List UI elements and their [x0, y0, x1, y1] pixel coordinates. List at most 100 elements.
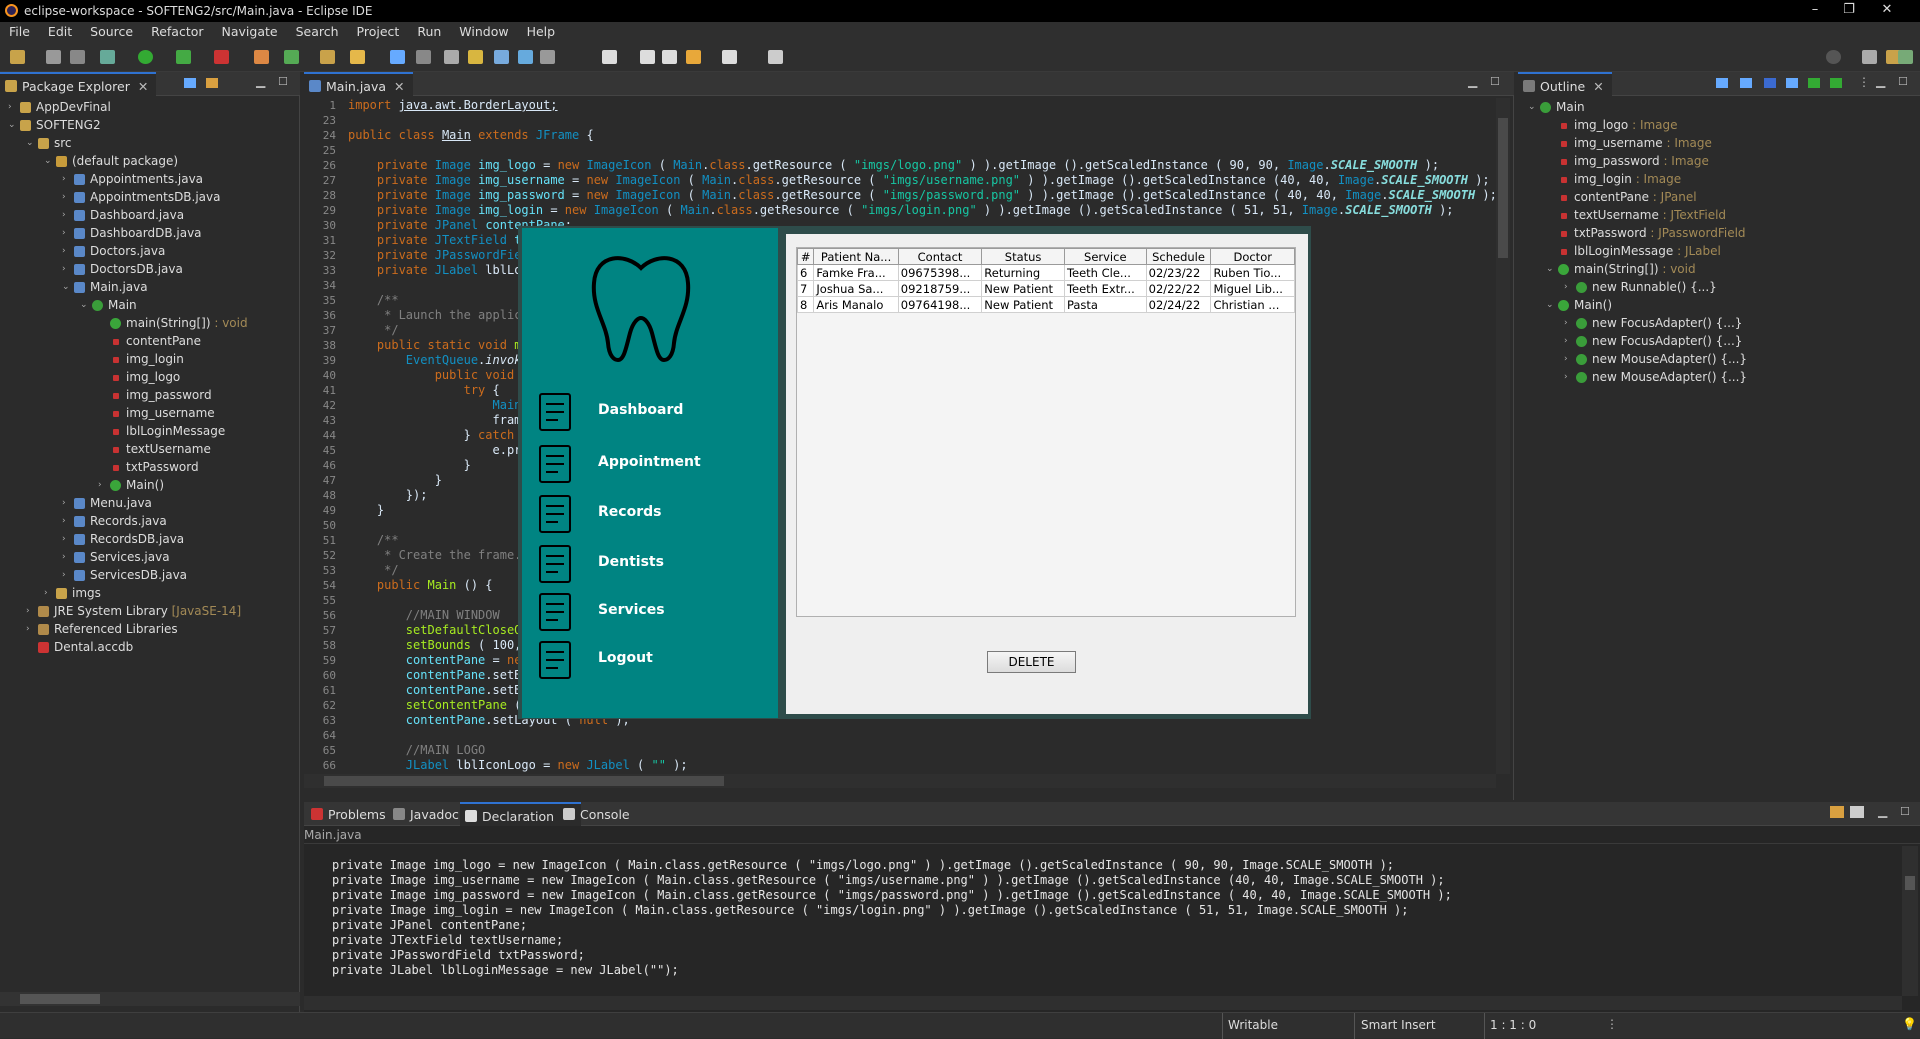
collapse-arrow-icon[interactable]: › — [62, 206, 72, 224]
table-cell[interactable]: Ruben Tio... — [1210, 264, 1295, 281]
nav-records[interactable]: Records — [532, 490, 772, 536]
pkg-item[interactable]: main(String[]) : void — [0, 314, 300, 332]
back-icon[interactable] — [640, 50, 655, 64]
maximize-view-icon[interactable]: ☐ — [1490, 75, 1500, 88]
outline-item[interactable]: textUsername : JTextField — [1518, 206, 1818, 224]
external-tools-icon[interactable] — [214, 50, 229, 64]
menu-run[interactable]: Run — [408, 22, 450, 39]
pkg-item[interactable]: › Appointments.java — [0, 170, 300, 188]
maximize-button[interactable]: ❐ — [1834, 2, 1864, 17]
table-cell[interactable]: New Patient — [981, 280, 1065, 297]
outline-item[interactable]: › new Runnable() {...} — [1518, 278, 1818, 296]
collapse-all-icon[interactable] — [184, 78, 196, 88]
table-cell[interactable]: 7 — [796, 280, 815, 297]
collapse-arrow-icon[interactable]: › — [1564, 314, 1574, 332]
pkg-item[interactable]: ⌄ (default package) — [0, 152, 300, 170]
outline-item[interactable]: ⌄ main(String[]) : void — [1518, 260, 1818, 278]
pkg-item[interactable]: › DashboardDB.java — [0, 224, 300, 242]
sort-icon[interactable] — [1716, 78, 1728, 88]
pkg-item[interactable]: › Referenced Libraries — [0, 620, 300, 638]
menu-source[interactable]: Source — [81, 22, 142, 39]
expand-arrow-icon[interactable]: ⌄ — [44, 152, 54, 170]
collapse-arrow-icon[interactable]: › — [62, 548, 72, 566]
paragraph-icon[interactable] — [540, 50, 555, 64]
table-cell[interactable]: Aris Manalo — [813, 296, 899, 313]
tab-main-java[interactable]: Main.java ✕ — [304, 72, 413, 96]
collapse-arrow-icon[interactable]: › — [1564, 332, 1574, 350]
outline-item[interactable]: img_logo : Image — [1518, 116, 1818, 134]
pkg-item[interactable]: › JRE System Library [JavaSE-14] — [0, 602, 300, 620]
table-cell[interactable]: Teeth Extr... — [1063, 280, 1147, 297]
search-icon[interactable] — [350, 50, 365, 64]
pkg-item[interactable]: ⌄ SOFTENG2 — [0, 116, 300, 134]
collapse-arrow-icon[interactable]: › — [98, 476, 108, 494]
table-cell[interactable]: 09764198... — [897, 296, 983, 313]
collapse-arrow-icon[interactable]: › — [62, 494, 72, 512]
table-cell[interactable]: 09675398... — [897, 264, 983, 281]
menu-search[interactable]: Search — [287, 22, 348, 39]
collapse-arrow-icon[interactable]: › — [1564, 278, 1574, 296]
toggle-mark-icon[interactable] — [416, 50, 431, 64]
block-selection-icon[interactable] — [494, 50, 509, 64]
maximize-view-icon[interactable]: ☐ — [278, 75, 288, 88]
table-cell[interactable]: Joshua Sa... — [813, 280, 899, 297]
tab-problems[interactable]: Problems — [306, 802, 394, 826]
pkg-item[interactable]: ⌄ Main.java — [0, 278, 300, 296]
coverage-icon[interactable] — [176, 50, 191, 64]
run-icon[interactable] — [138, 50, 153, 64]
toggle-breadcrumb-icon[interactable] — [444, 50, 459, 64]
pkg-item[interactable]: › RecordsDB.java — [0, 530, 300, 548]
pkg-item[interactable]: › Menu.java — [0, 494, 300, 512]
outline-item[interactable]: ⌄ Main — [1518, 98, 1818, 116]
save-icon[interactable] — [46, 50, 61, 64]
expand-arrow-icon[interactable]: ⌄ — [1546, 296, 1556, 314]
minimize-button[interactable]: – — [1800, 2, 1830, 17]
save-all-icon[interactable] — [70, 50, 85, 64]
pkg-item[interactable]: › Main() — [0, 476, 300, 494]
maximize-view-icon[interactable]: ☐ — [1900, 805, 1910, 818]
collapse-arrow-icon[interactable]: › — [26, 620, 36, 638]
show-whitespace-icon[interactable] — [518, 50, 533, 64]
view-menu-icon[interactable]: ⋮ — [1858, 75, 1870, 89]
outline-item[interactable]: contentPane : JPanel — [1518, 188, 1818, 206]
outline-item[interactable]: › new FocusAdapter() {...} — [1518, 314, 1818, 332]
table-cell[interactable]: 09218759... — [897, 280, 983, 297]
table-cell[interactable]: Returning — [981, 264, 1065, 281]
table-cell[interactable]: Christian ... — [1210, 296, 1295, 313]
pin-icon[interactable] — [1830, 806, 1844, 818]
table-row[interactable]: 8 Aris Manalo 09764198... New Patient Pasta 0… — [796, 296, 1295, 313]
forward-icon[interactable] — [662, 50, 677, 64]
vertical-scrollbar[interactable] — [1902, 846, 1918, 996]
hide-nonpublic-icon[interactable] — [1786, 78, 1798, 88]
tip-lightbulb-icon[interactable]: 💡 — [1902, 1017, 1917, 1031]
table-cell[interactable]: 8 — [796, 296, 815, 313]
pkg-item[interactable]: ⌄ src — [0, 134, 300, 152]
minimize-view-icon[interactable]: ▁ — [1878, 804, 1887, 818]
collapse-arrow-icon[interactable]: › — [62, 566, 72, 584]
pkg-item[interactable]: › AppointmentsDB.java — [0, 188, 300, 206]
minimize-view-icon[interactable]: ▁ — [1876, 74, 1885, 88]
column-header[interactable]: Status — [981, 248, 1065, 265]
column-header[interactable]: Service — [1063, 248, 1147, 265]
outline-item[interactable]: ⌄ Main() — [1518, 296, 1818, 314]
menu-help[interactable]: Help — [518, 22, 565, 39]
pkg-item[interactable]: contentPane — [0, 332, 300, 350]
expand-arrow-icon[interactable]: ⌄ — [26, 134, 36, 152]
menu-project[interactable]: Project — [348, 22, 409, 39]
pkg-item[interactable]: txtPassword — [0, 458, 300, 476]
horizontal-scrollbar[interactable] — [304, 996, 1902, 1010]
pkg-item[interactable]: › AppDevFinal — [0, 98, 300, 116]
tab-package-explorer[interactable]: Package Explorer ✕ — [0, 72, 157, 96]
outline-item[interactable]: img_username : Image — [1518, 134, 1818, 152]
expand-arrow-icon[interactable]: ⌄ — [1528, 98, 1538, 116]
open-declaration-icon[interactable] — [1850, 806, 1864, 818]
outline-item[interactable]: img_login : Image — [1518, 170, 1818, 188]
hide-fields-icon[interactable] — [1740, 78, 1752, 88]
column-header[interactable]: # — [796, 248, 815, 265]
outline-item[interactable]: › new FocusAdapter() {...} — [1518, 332, 1818, 350]
horizontal-scrollbar[interactable] — [0, 992, 300, 1006]
pkg-item[interactable]: lblLoginMessage — [0, 422, 300, 440]
table-cell[interactable]: New Patient — [981, 296, 1065, 313]
outline-item[interactable]: img_password : Image — [1518, 152, 1818, 170]
new-class-icon[interactable] — [284, 50, 299, 64]
